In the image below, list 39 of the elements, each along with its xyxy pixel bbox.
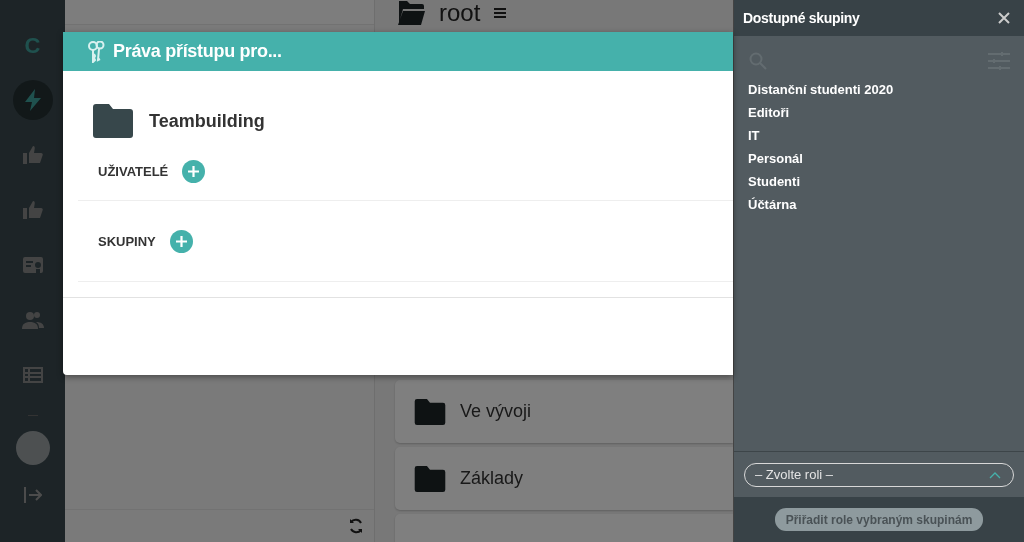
chevron-up-icon <box>989 471 1001 479</box>
thumbs-up-icon <box>22 201 43 219</box>
people-icon <box>21 311 44 329</box>
add-button[interactable] <box>182 159 206 183</box>
plus-icon <box>175 235 187 247</box>
close-icon[interactable] <box>998 12 1010 24</box>
sidebar-item[interactable] <box>12 80 53 120</box>
dialog-title: Práva přístupu pro... <box>113 41 282 62</box>
group-item[interactable]: Editoři <box>742 101 1016 124</box>
id-card-icon <box>22 257 43 273</box>
menu-icon[interactable] <box>494 8 507 18</box>
keys-icon <box>87 40 107 63</box>
folder-icon <box>414 465 446 492</box>
folder-title: root <box>439 0 481 26</box>
item-name: Teambuilding <box>149 110 265 132</box>
lightning-icon <box>22 89 43 111</box>
add-button[interactable] <box>169 229 193 253</box>
thumbs-up-icon <box>22 146 43 164</box>
folder-card[interactable]: Ve vývoji <box>395 380 733 443</box>
plus-icon <box>188 165 200 177</box>
folder-name: Základy <box>460 468 524 489</box>
folder-icon <box>414 398 446 425</box>
folder-card[interactable]: Základy <box>395 447 733 510</box>
group-item[interactable]: Personál <box>742 147 1016 170</box>
panel-title: Dostupné skupiny <box>743 10 860 26</box>
group-item[interactable]: IT <box>742 124 1016 147</box>
folder-icon <box>93 104 133 138</box>
section-label: SKUPINY <box>98 233 156 249</box>
group-item[interactable]: Distanční studenti 2020 <box>742 78 1016 101</box>
role-select[interactable]: – Zvolte roli – <box>744 462 1014 487</box>
logout-icon[interactable] <box>23 487 42 503</box>
table-icon <box>22 367 43 383</box>
avatar[interactable] <box>15 431 50 465</box>
folder-icon <box>397 1 425 25</box>
folder-name: Ve vývoji <box>460 401 532 422</box>
group-item[interactable]: Studenti <box>742 170 1016 193</box>
group-item[interactable]: Účtárna <box>742 193 1016 216</box>
refresh-icon[interactable] <box>348 518 364 534</box>
section-label: UŽIVATELÉ <box>98 163 169 179</box>
